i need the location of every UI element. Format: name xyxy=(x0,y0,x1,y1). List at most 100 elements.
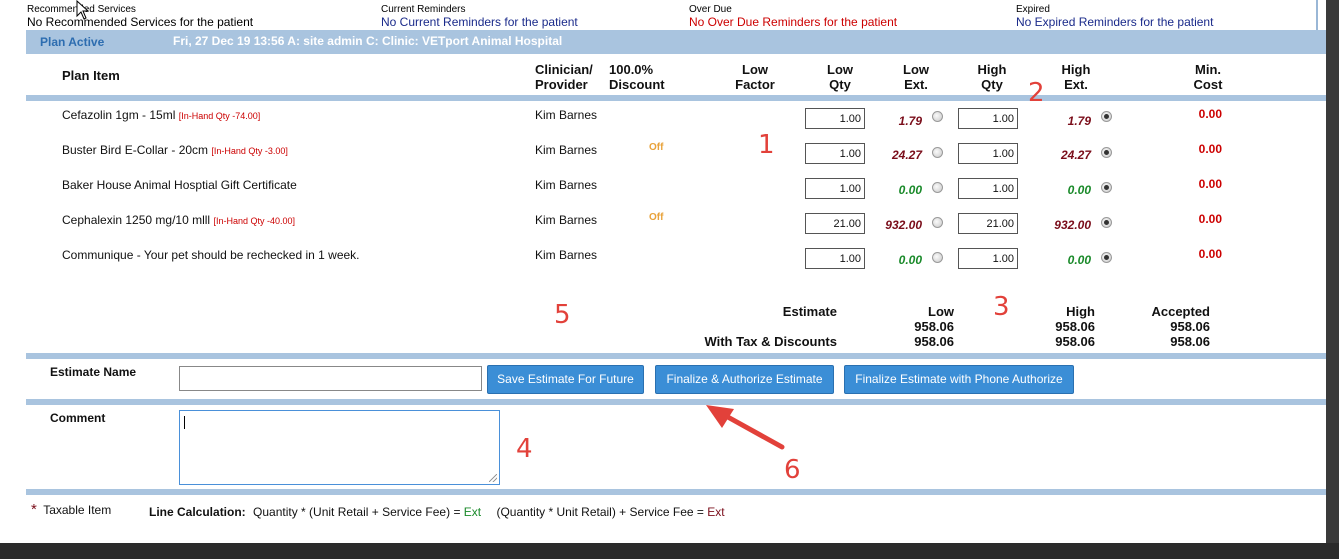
col-high-ext-line1: High xyxy=(1061,62,1091,77)
high-ext-value: 24.27 xyxy=(1060,148,1091,162)
expired-value: No Expired Reminders for the patient xyxy=(1016,15,1214,29)
arrow-icon xyxy=(706,405,785,450)
tax-discount-label: With Tax & Discounts xyxy=(704,334,837,349)
low-ext-radio[interactable] xyxy=(932,147,943,158)
mouse-cursor-icon xyxy=(76,0,90,20)
col-clinician-line1: Clinician/ xyxy=(535,62,593,77)
low-ext-radio[interactable] xyxy=(932,111,943,122)
discount-off-link[interactable]: Off xyxy=(649,212,663,223)
discount-off-link[interactable]: Off xyxy=(649,142,663,153)
item-name: Cephalexin 1250 mg/10 mlll [In-Hand Qty … xyxy=(62,213,295,227)
low-qty-input[interactable]: 1.00 xyxy=(805,248,865,269)
high-ext-radio[interactable] xyxy=(1101,182,1112,193)
plan-banner: Plan Active Fri, 27 Dec 19 13:56 A: site… xyxy=(26,30,1326,54)
low-qty-input[interactable]: 1.00 xyxy=(805,143,865,164)
formula-2: (Quantity * Unit Retail) + Service Fee = xyxy=(496,505,708,519)
col-high-ext-line2: Ext. xyxy=(1064,77,1088,92)
col-min-cost-line2: Cost xyxy=(1193,77,1223,92)
low-ext-value: 932.00 xyxy=(885,218,922,232)
col-discount: 100.0% Discount xyxy=(609,62,665,92)
accepted-total-label: Accepted xyxy=(1151,304,1210,319)
text-caret xyxy=(184,416,185,429)
low-ext-value: 0.00 xyxy=(898,253,922,267)
high-ext-radio[interactable] xyxy=(1101,252,1112,263)
min-cost-value: 0.00 xyxy=(1198,142,1222,156)
high-estimate-total: 958.06 xyxy=(1055,319,1095,334)
window-edge xyxy=(1326,0,1339,559)
expired-heading: Expired xyxy=(1016,4,1050,15)
item-name-text: Buster Bird E-Collar - 20cm xyxy=(62,143,209,157)
comment-textarea[interactable] xyxy=(179,410,500,485)
low-ext-radio[interactable] xyxy=(932,217,943,228)
low-ext-radio[interactable] xyxy=(932,182,943,193)
annotation-2: 2 xyxy=(1028,78,1045,108)
totals-divider xyxy=(26,353,1326,359)
resize-grip-icon[interactable] xyxy=(489,474,497,482)
low-qty-input[interactable]: 21.00 xyxy=(805,213,865,234)
high-ext-value: 932.00 xyxy=(1054,218,1091,232)
clinician-name: Kim Barnes xyxy=(535,143,598,157)
low-ext-radio[interactable] xyxy=(932,252,943,263)
recommended-value: No Recommended Services for the patient xyxy=(27,15,254,29)
clinician-name: Kim Barnes xyxy=(535,108,598,122)
high-qty-input[interactable]: 1.00 xyxy=(958,248,1018,269)
line-calculation: Line Calculation: Quantity * (Unit Retai… xyxy=(149,505,725,519)
high-ext-value: 1.79 xyxy=(1067,114,1091,128)
taxable-label: Taxable Item xyxy=(43,503,112,517)
high-ext-value: 0.00 xyxy=(1067,253,1091,267)
col-high-ext: High Ext. xyxy=(1046,62,1106,92)
save-estimate-button[interactable]: Save Estimate For Future xyxy=(487,365,644,394)
taskbar-edge xyxy=(0,543,1339,559)
low-qty-input[interactable]: 1.00 xyxy=(805,108,865,129)
min-cost-value: 0.00 xyxy=(1198,212,1222,226)
min-cost-value: 0.00 xyxy=(1198,107,1222,121)
item-name-text: Cefazolin 1gm - 15ml xyxy=(62,108,176,122)
low-qty-input[interactable]: 1.00 xyxy=(805,178,865,199)
col-plan-item: Plan Item xyxy=(62,68,120,83)
current-reminders: Current Reminders No Current Reminders f… xyxy=(381,4,578,29)
item-name-text: Baker House Animal Hosptial Gift Certifi… xyxy=(62,178,297,192)
min-cost-value: 0.00 xyxy=(1198,247,1222,261)
line-calc-label: Line Calculation: xyxy=(149,505,246,519)
high-ext-value: 0.00 xyxy=(1067,183,1091,197)
high-qty-input[interactable]: 1.00 xyxy=(958,108,1018,129)
estimate-name-input[interactable] xyxy=(179,366,482,391)
col-low-factor-line2: Factor xyxy=(735,77,775,92)
min-cost-value: 0.00 xyxy=(1198,177,1222,191)
expired-reminders: Expired No Expired Reminders for the pat… xyxy=(1016,4,1213,29)
formula-1: Quantity * (Unit Retail + Service Fee) = xyxy=(253,505,464,519)
finalize-authorize-button[interactable]: Finalize & Authorize Estimate xyxy=(655,365,834,394)
col-low-qty: Low Qty xyxy=(810,62,870,92)
high-ext-radio[interactable] xyxy=(1101,111,1112,122)
in-hand-qty: [In-Hand Qty -40.00] xyxy=(213,216,295,226)
col-min-cost: Min. Cost xyxy=(1178,62,1238,92)
low-ext-value: 0.00 xyxy=(898,183,922,197)
high-qty-input[interactable]: 1.00 xyxy=(958,143,1018,164)
high-qty-input[interactable]: 21.00 xyxy=(958,213,1018,234)
col-low-ext-line2: Ext. xyxy=(904,77,928,92)
plan-info: Fri, 27 Dec 19 13:56 A: site admin C: Cl… xyxy=(173,34,563,48)
col-low-ext-line1: Low xyxy=(903,62,929,77)
reminders-strip: Recommended Services No Recommended Serv… xyxy=(26,0,1318,32)
recommended-heading: Recommended Services xyxy=(27,4,136,15)
col-discount-line1: 100.0% xyxy=(609,62,654,77)
in-hand-qty: [In-Hand Qty -74.00] xyxy=(178,111,261,121)
high-qty-input[interactable]: 1.00 xyxy=(958,178,1018,199)
comment-divider xyxy=(26,489,1326,495)
col-low-ext: Low Ext. xyxy=(886,62,946,92)
high-ext-radio[interactable] xyxy=(1101,217,1112,228)
header-divider xyxy=(26,95,1326,101)
high-ext-radio[interactable] xyxy=(1101,147,1112,158)
item-name: Baker House Animal Hosptial Gift Certifi… xyxy=(62,178,297,192)
col-clinician: Clinician/ Provider xyxy=(535,62,593,92)
clinician-name: Kim Barnes xyxy=(535,248,598,262)
annotation-5: 5 xyxy=(554,300,571,330)
plan-status: Plan Active xyxy=(40,35,105,49)
taxable-legend: * Taxable Item xyxy=(31,501,111,518)
item-name: Cefazolin 1gm - 15ml [In-Hand Qty -74.00… xyxy=(62,108,260,122)
item-name-text: Cephalexin 1250 mg/10 mlll xyxy=(62,213,211,227)
item-name: Buster Bird E-Collar - 20cm [In-Hand Qty… xyxy=(62,143,288,157)
low-total-label: Low xyxy=(928,304,954,319)
finalize-phone-authorize-button[interactable]: Finalize Estimate with Phone Authorize xyxy=(844,365,1074,394)
col-low-factor: Low Factor xyxy=(725,62,785,92)
